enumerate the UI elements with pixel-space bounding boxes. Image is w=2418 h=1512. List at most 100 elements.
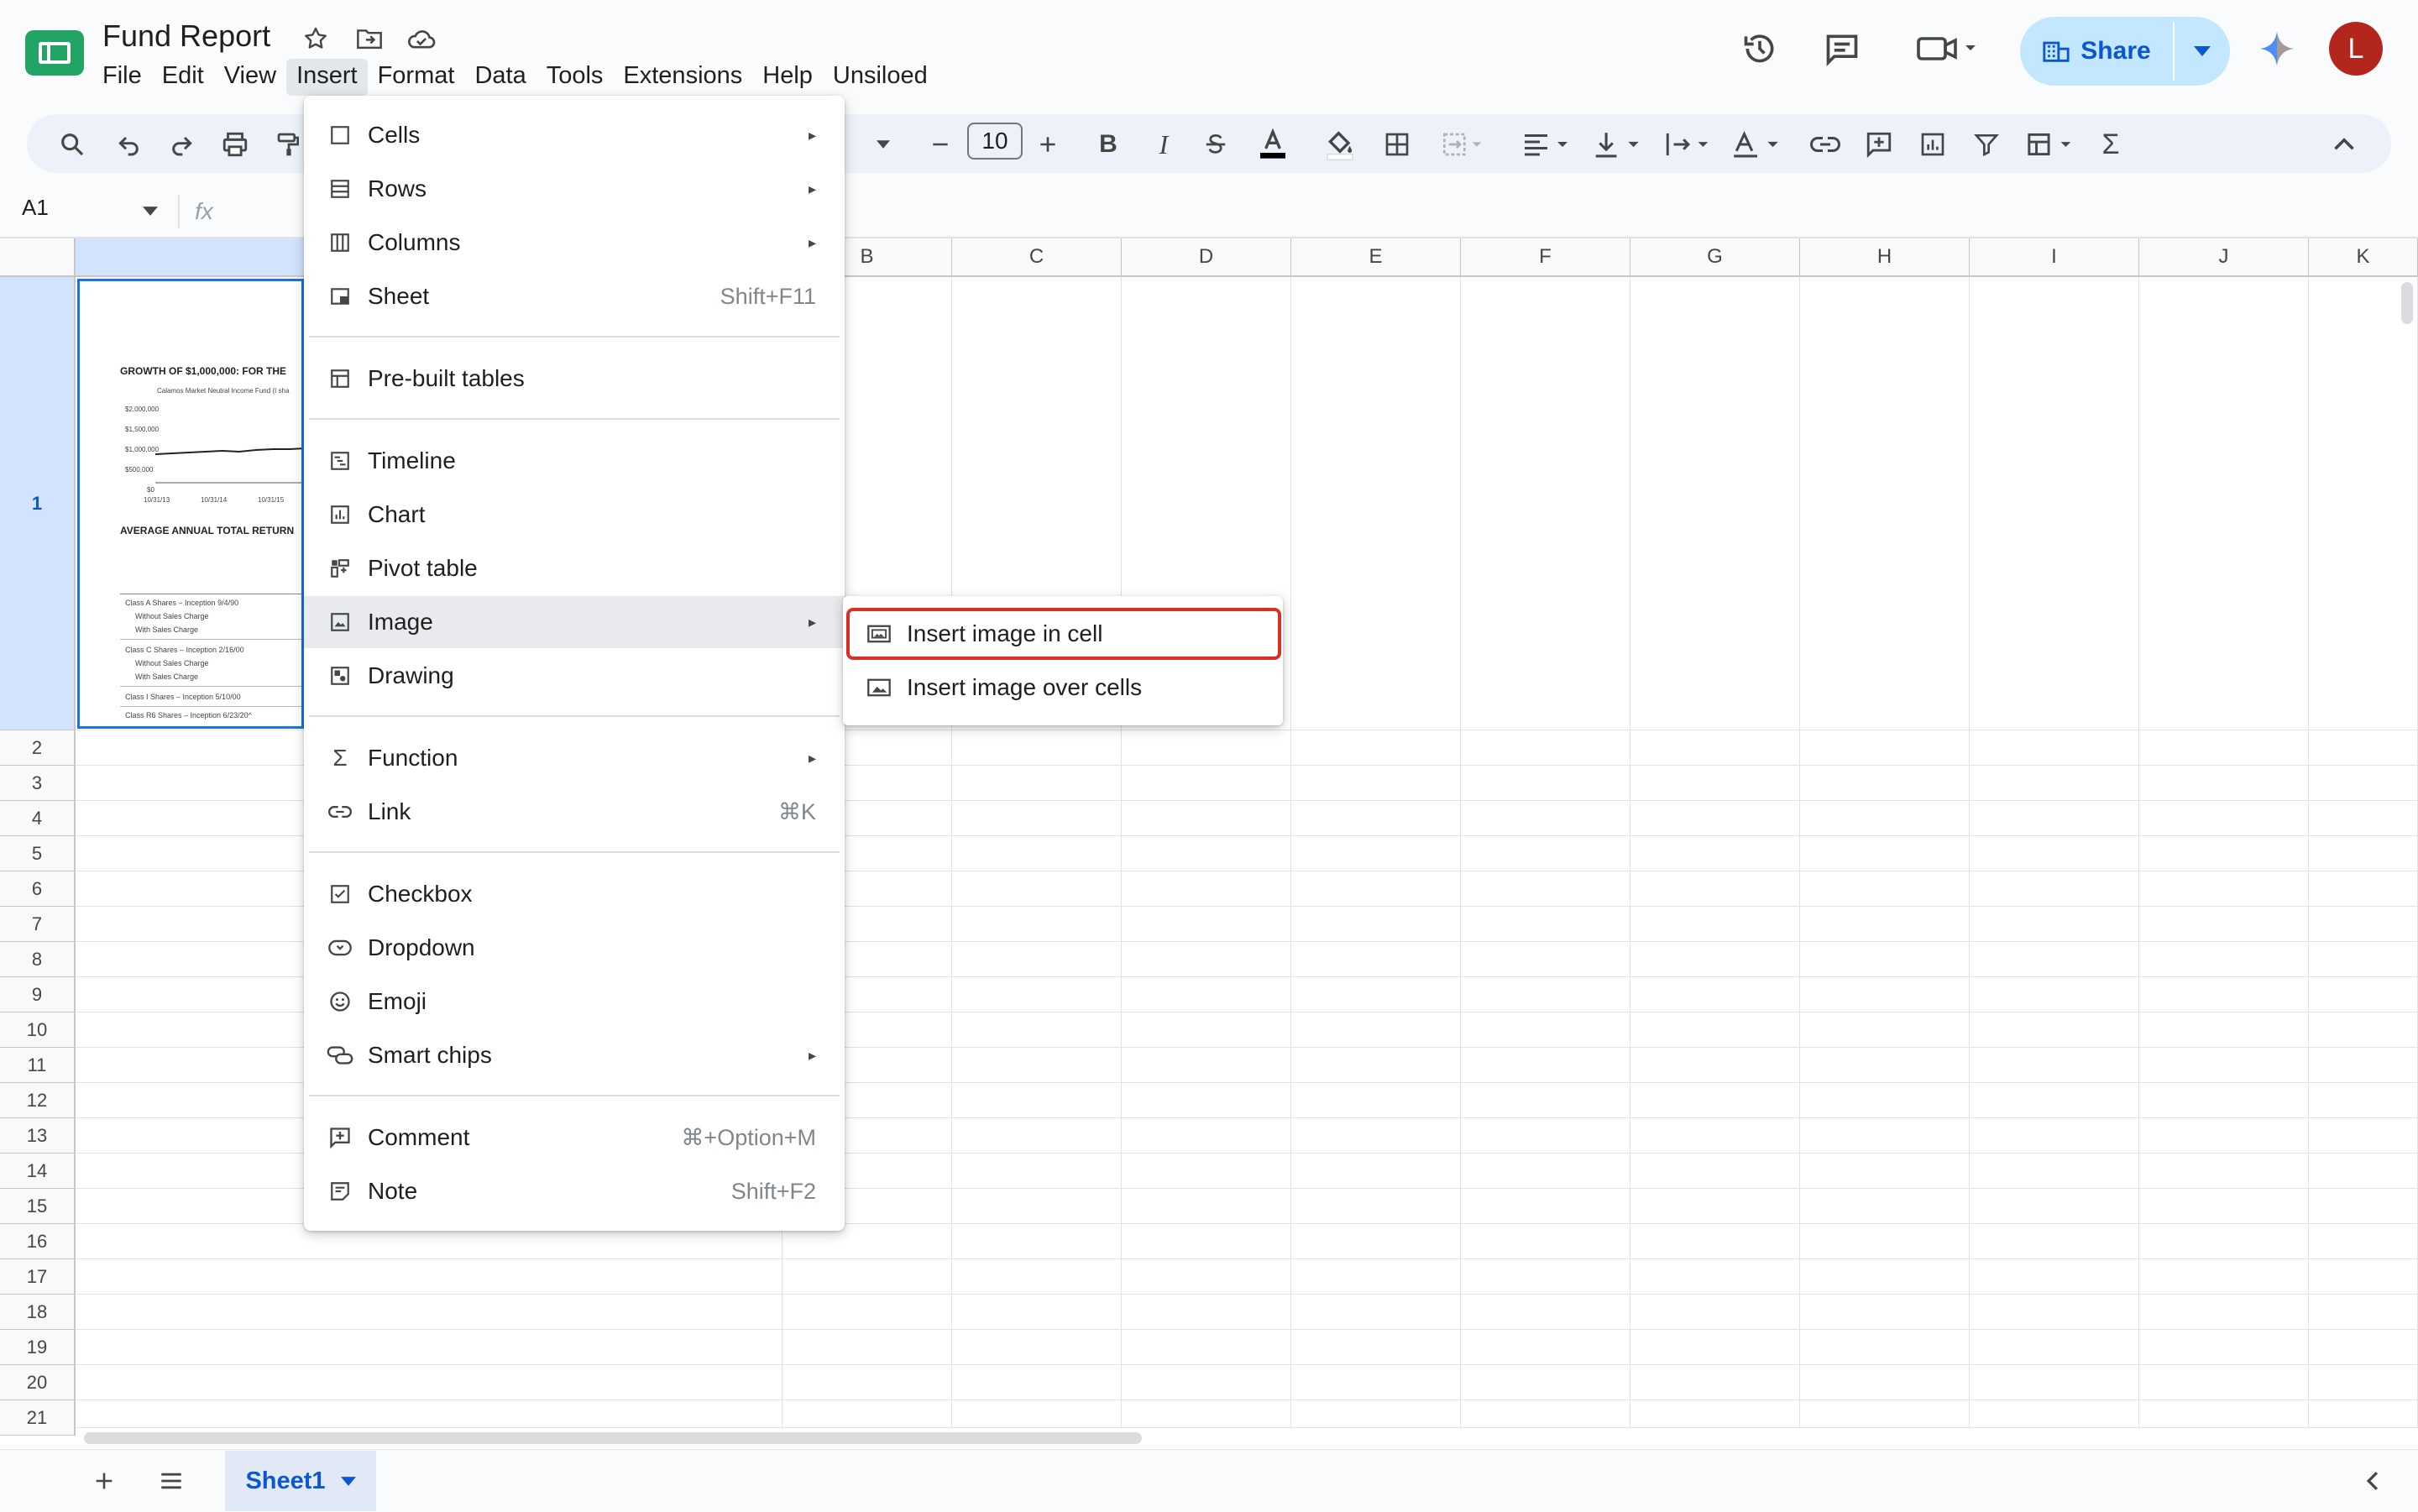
column-header-d[interactable]: D	[1122, 238, 1291, 277]
menu-item-cells[interactable]: Cells ▸	[304, 109, 845, 161]
menu-data[interactable]: Data	[464, 59, 536, 96]
cell-image-fund-report[interactable]: GROWTH OF $1,000,000: FOR THE Calamos Ma…	[77, 279, 304, 729]
meet-icon[interactable]	[1911, 25, 1986, 72]
document-title[interactable]: Fund Report	[102, 18, 270, 54]
menu-help[interactable]: Help	[752, 59, 823, 96]
filter-icon[interactable]	[1968, 126, 2005, 163]
menu-item-dropdown[interactable]: Dropdown	[304, 922, 845, 974]
all-sheets-menu-icon[interactable]	[154, 1464, 188, 1498]
paint-format-icon[interactable]	[270, 126, 307, 163]
vertical-align-icon[interactable]	[1588, 126, 1647, 163]
column-header-h[interactable]: H	[1800, 238, 1970, 277]
menu-item-prebuilt-tables[interactable]: Pre-built tables	[304, 353, 845, 405]
print-icon[interactable]	[217, 126, 254, 163]
menu-tools[interactable]: Tools	[536, 59, 614, 96]
version-history-icon[interactable]	[1736, 25, 1783, 72]
avatar[interactable]: L	[2329, 22, 2383, 76]
text-rotation-icon[interactable]	[1728, 126, 1787, 163]
row-header-13[interactable]: 13	[0, 1118, 76, 1154]
menu-item-pivot-table[interactable]: Pivot table	[304, 542, 845, 594]
bold-icon[interactable]: B	[1090, 126, 1127, 163]
row-header-2[interactable]: 2	[0, 730, 76, 766]
row-header-19[interactable]: 19	[0, 1330, 76, 1365]
menu-file[interactable]: File	[92, 59, 152, 96]
text-color-icon[interactable]	[1254, 126, 1291, 163]
column-header-g[interactable]: G	[1630, 238, 1800, 277]
menu-insert[interactable]: Insert	[286, 59, 368, 96]
gemini-icon[interactable]	[2253, 25, 2300, 72]
menu-item-rows[interactable]: Rows ▸	[304, 163, 845, 215]
row-header-8[interactable]: 8	[0, 942, 76, 977]
menu-format[interactable]: Format	[368, 59, 465, 96]
row-header-12[interactable]: 12	[0, 1083, 76, 1118]
row-header-11[interactable]: 11	[0, 1048, 76, 1083]
column-header-e[interactable]: E	[1291, 238, 1461, 277]
table-view-icon[interactable]	[2022, 126, 2080, 163]
fill-color-icon[interactable]	[1322, 126, 1358, 163]
functions-sigma-icon[interactable]: Σ	[2092, 126, 2129, 163]
strikethrough-icon[interactable]	[1197, 126, 1234, 163]
menu-item-note[interactable]: Note Shift+F2	[304, 1165, 845, 1217]
row-header-14[interactable]: 14	[0, 1154, 76, 1189]
redo-icon[interactable]	[163, 126, 200, 163]
row-header-21[interactable]: 21	[0, 1400, 76, 1436]
star-icon[interactable]	[299, 22, 332, 55]
row-header-5[interactable]: 5	[0, 836, 76, 871]
italic-icon[interactable]: I	[1145, 126, 1182, 163]
search-menus-icon[interactable]	[54, 126, 91, 163]
row-header-6[interactable]: 6	[0, 871, 76, 907]
sheet-tab-sheet1[interactable]: Sheet1	[225, 1451, 376, 1511]
menu-item-smart-chips[interactable]: Smart chips ▸	[304, 1029, 845, 1081]
name-box-caret-icon[interactable]	[143, 205, 158, 220]
sheets-logo-icon[interactable]	[25, 30, 84, 76]
decrease-font-size-icon[interactable]	[922, 126, 959, 163]
row-header-9[interactable]: 9	[0, 977, 76, 1012]
move-folder-icon[interactable]	[353, 22, 386, 55]
row-header-7[interactable]: 7	[0, 907, 76, 942]
undo-icon[interactable]	[111, 126, 148, 163]
merge-cells-icon[interactable]	[1434, 126, 1493, 163]
name-box[interactable]: A1	[22, 195, 49, 221]
cloud-saved-icon[interactable]	[405, 22, 438, 55]
menu-item-sheet[interactable]: Sheet Shift+F11	[304, 270, 845, 322]
insert-chart-icon[interactable]	[1914, 126, 1951, 163]
column-header-j[interactable]: J	[2139, 238, 2309, 277]
borders-icon[interactable]	[1379, 126, 1416, 163]
collapse-toolbar-icon[interactable]	[2326, 126, 2363, 163]
column-header-i[interactable]: I	[1970, 238, 2139, 277]
row-header-16[interactable]: 16	[0, 1224, 76, 1259]
explore-collapse-icon[interactable]	[2356, 1464, 2389, 1498]
horizontal-scrollbar-thumb[interactable]	[84, 1432, 1142, 1444]
submenu-item-insert-image-over-cells[interactable]: Insert image over cells	[843, 662, 1283, 714]
horizontal-align-icon[interactable]	[1518, 126, 1577, 163]
row-header-4[interactable]: 4	[0, 801, 76, 836]
menu-item-timeline[interactable]: Timeline	[304, 435, 845, 487]
row-header-20[interactable]: 20	[0, 1365, 76, 1400]
menu-edit[interactable]: Edit	[152, 59, 214, 96]
add-sheet-icon[interactable]	[87, 1464, 121, 1498]
comments-icon[interactable]	[1819, 25, 1866, 72]
select-all-corner[interactable]	[0, 238, 76, 277]
row-header-17[interactable]: 17	[0, 1259, 76, 1295]
menu-item-chart[interactable]: Chart	[304, 489, 845, 541]
menu-item-drawing[interactable]: Drawing	[304, 650, 845, 702]
share-button[interactable]: Share	[2020, 17, 2173, 86]
text-wrapping-icon[interactable]	[1659, 126, 1718, 163]
insert-link-icon[interactable]	[1807, 126, 1844, 163]
row-header-1[interactable]: 1	[0, 277, 76, 730]
menu-item-emoji[interactable]: Emoji	[304, 976, 845, 1028]
vertical-scrollbar-thumb[interactable]	[2401, 282, 2413, 324]
row-header-18[interactable]: 18	[0, 1295, 76, 1330]
row-header-3[interactable]: 3	[0, 766, 76, 801]
menu-view[interactable]: View	[214, 59, 286, 96]
menu-item-image[interactable]: Image ▸	[304, 596, 845, 648]
font-dropdown-caret-icon[interactable]	[865, 126, 902, 163]
row-header-10[interactable]: 10	[0, 1012, 76, 1048]
menu-item-columns[interactable]: Columns ▸	[304, 217, 845, 269]
menu-item-checkbox[interactable]: Checkbox	[304, 868, 845, 920]
column-header-k[interactable]: K	[2309, 238, 2418, 277]
column-header-f[interactable]: F	[1461, 238, 1630, 277]
increase-font-size-icon[interactable]	[1029, 126, 1066, 163]
share-dropdown-button[interactable]	[2175, 17, 2230, 86]
column-header-c[interactable]: C	[952, 238, 1122, 277]
